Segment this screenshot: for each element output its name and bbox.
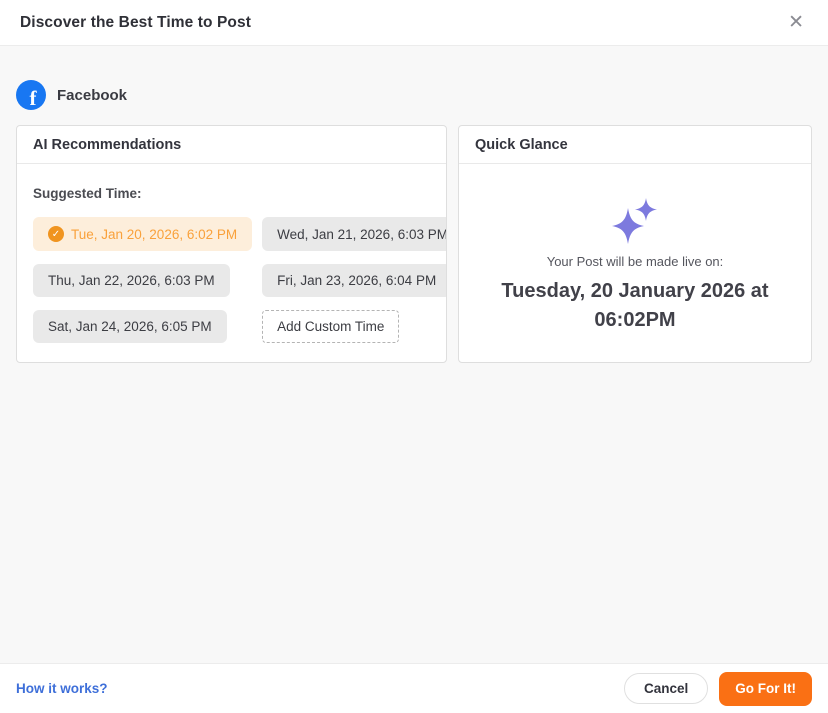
- ai-recommendations-heading: AI Recommendations: [17, 126, 446, 164]
- panels-row: AI Recommendations Suggested Time: ✓ Tue…: [16, 125, 812, 363]
- modal-body: f Facebook AI Recommendations Suggested …: [0, 46, 828, 663]
- quick-glance-panel: Quick Glance Your Post will be made live…: [458, 125, 812, 363]
- suggested-time-label: Suggested Time:: [33, 186, 142, 201]
- quick-glance-heading: Quick Glance: [459, 126, 811, 164]
- facebook-icon: f: [16, 80, 46, 110]
- how-it-works-link[interactable]: How it works?: [16, 681, 108, 696]
- modal-header: Discover the Best Time to Post ✕: [0, 0, 828, 46]
- time-chip-label: Thu, Jan 22, 2026, 6:03 PM: [48, 273, 215, 288]
- live-datetime: Tuesday, 20 January 2026 at 06:02PM: [501, 280, 769, 331]
- modal-title: Discover the Best Time to Post: [20, 13, 251, 31]
- time-chip[interactable]: Fri, Jan 23, 2026, 6:04 PM: [262, 264, 446, 297]
- go-for-it-button[interactable]: Go For It!: [719, 671, 812, 706]
- time-chip-label: Fri, Jan 23, 2026, 6:04 PM: [277, 273, 437, 288]
- live-caption: Your Post will be made live on:: [546, 254, 724, 269]
- time-chip[interactable]: Sat, Jan 24, 2026, 6:05 PM: [33, 310, 227, 343]
- platform-row: f Facebook: [16, 80, 812, 110]
- facebook-letter: f: [29, 85, 37, 110]
- time-chip-label: Tue, Jan 20, 2026, 6:02 PM: [71, 226, 238, 242]
- sparkles-icon: [612, 198, 657, 244]
- time-chip[interactable]: Thu, Jan 22, 2026, 6:03 PM: [33, 264, 230, 297]
- time-chip-label: Sat, Jan 24, 2026, 6:05 PM: [48, 319, 212, 334]
- quick-glance-body: Your Post will be made live on: Tuesday,…: [459, 164, 811, 335]
- check-badge-icon: ✓: [48, 226, 64, 242]
- suggested-time-chips: ✓ Tue, Jan 20, 2026, 6:02 PM Wed, Jan 21…: [33, 217, 446, 343]
- close-icon[interactable]: ✕: [784, 11, 808, 34]
- ai-recommendations-panel: AI Recommendations Suggested Time: ✓ Tue…: [16, 125, 447, 363]
- discover-best-time-modal: Discover the Best Time to Post ✕ f Faceb…: [0, 0, 828, 713]
- ai-recommendations-body: Suggested Time: ✓ Tue, Jan 20, 2026, 6:0…: [17, 164, 446, 359]
- add-custom-time-label: Add Custom Time: [277, 319, 385, 334]
- time-chip[interactable]: Wed, Jan 21, 2026, 6:03 PM: [262, 217, 447, 251]
- footer-actions: Cancel Go For It!: [623, 671, 812, 706]
- time-chip-selected[interactable]: ✓ Tue, Jan 20, 2026, 6:02 PM: [33, 217, 253, 251]
- time-chip-label: Wed, Jan 21, 2026, 6:03 PM: [277, 226, 447, 242]
- cancel-button[interactable]: Cancel: [623, 673, 709, 704]
- add-custom-time-button[interactable]: Add Custom Time: [262, 310, 400, 343]
- platform-name: Facebook: [57, 86, 128, 104]
- modal-footer: How it works? Cancel Go For It!: [0, 663, 828, 713]
